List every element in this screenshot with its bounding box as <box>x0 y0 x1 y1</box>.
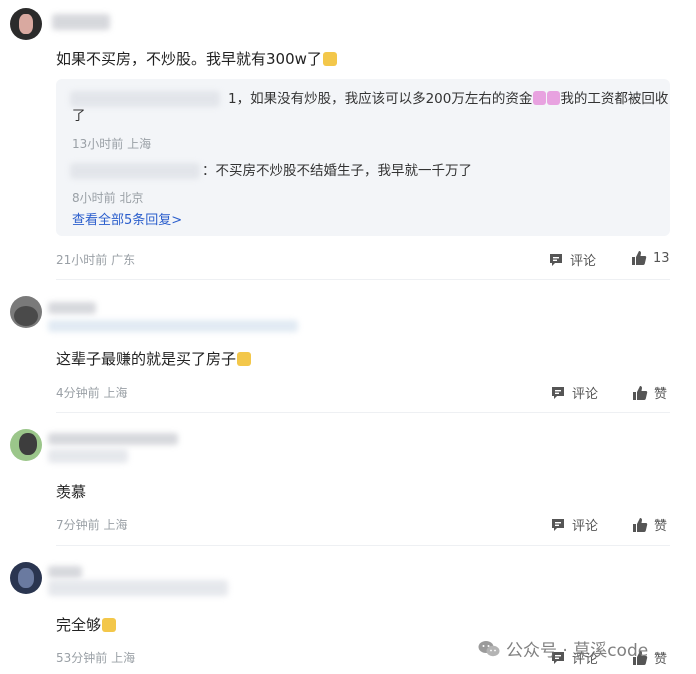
thumbs-up-icon <box>633 517 648 532</box>
reply-meta: 13小时前 上海 <box>72 137 152 151</box>
emoji <box>102 618 117 632</box>
comment-meta: 21小时前 广东 <box>56 253 136 267</box>
comment-label: 评论 <box>572 519 599 534</box>
comment-icon <box>552 518 564 531</box>
replies-box: 1，如果没有炒股，我应该可以多200万左右的资金 我的工资都被回收 了 13小时前… <box>56 79 670 236</box>
like-button[interactable]: 13 <box>631 250 670 266</box>
comment-button[interactable]: 评论 <box>550 383 598 402</box>
comment-meta: 4分钟前 上海 <box>56 386 128 400</box>
username-blurred[interactable] <box>52 14 110 30</box>
avatar[interactable] <box>10 562 42 594</box>
like-button[interactable]: 赞 <box>632 515 667 534</box>
reply-text: ：不买房不炒股不结婚生子，我早就一千万了 <box>202 163 472 179</box>
username-blurred[interactable] <box>48 302 96 314</box>
avatar[interactable] <box>10 296 42 328</box>
reply-author-blurred[interactable] <box>70 163 200 179</box>
thumbs-up-icon <box>633 385 648 400</box>
view-all-replies-link[interactable]: 查看全部5条回复> <box>72 209 182 228</box>
username-blurred[interactable] <box>48 566 82 578</box>
reply-meta: 8小时前 北京 <box>72 191 144 205</box>
comment-icon <box>550 253 562 266</box>
reply-text: 1，如果没有炒股，我应该可以多200万左右的资金 我的工资都被回收 <box>228 91 669 107</box>
comment-text: 如果不买房，不炒股。我早就有300w了 <box>56 48 337 69</box>
like-label: 赞 <box>654 519 668 534</box>
username-blurred[interactable] <box>48 433 178 445</box>
comment-label: 评论 <box>570 254 597 269</box>
user-info-blurred <box>48 449 128 463</box>
watermark: 公众号 · 莫溪code <box>478 636 648 661</box>
emoji <box>533 91 547 105</box>
comment-text: 完全够 <box>56 614 117 635</box>
comment-meta: 7分钟前 上海 <box>56 518 128 532</box>
comment-3: 羡慕 7分钟前 上海 评论 赞 <box>0 413 696 546</box>
emoji <box>547 91 561 105</box>
user-info-blurred <box>48 580 228 596</box>
like-count: 13 <box>653 250 670 266</box>
avatar[interactable] <box>10 429 42 461</box>
comment-icon <box>552 386 564 399</box>
like-label: 赞 <box>654 652 668 667</box>
avatar[interactable] <box>10 8 42 40</box>
comment-2: 这辈子最赚的就是买了房子 4分钟前 上海 评论 赞 <box>0 280 696 413</box>
like-label: 赞 <box>654 387 668 402</box>
like-button[interactable]: 赞 <box>632 383 667 402</box>
comment-1: 如果不买房，不炒股。我早就有300w了 1，如果没有炒股，我应该可以多200万左… <box>0 0 696 280</box>
wechat-icon <box>478 640 500 656</box>
thumbs-up-icon <box>632 251 647 265</box>
comment-button[interactable]: 评论 <box>550 515 598 534</box>
comment-text: 这辈子最赚的就是买了房子 <box>56 348 252 369</box>
emoji <box>322 52 337 66</box>
comment-label: 评论 <box>572 387 599 402</box>
emoji <box>237 352 252 366</box>
reply-author-blurred[interactable] <box>70 91 220 107</box>
comment-button[interactable]: 评论 <box>548 250 596 269</box>
user-info-blurred <box>48 320 298 332</box>
watermark-text: 公众号 · 莫溪code <box>506 641 649 661</box>
comment-text: 羡慕 <box>56 483 87 501</box>
comment-meta: 53分钟前 上海 <box>56 651 136 665</box>
reply-text-wrap: 了 <box>72 108 86 124</box>
